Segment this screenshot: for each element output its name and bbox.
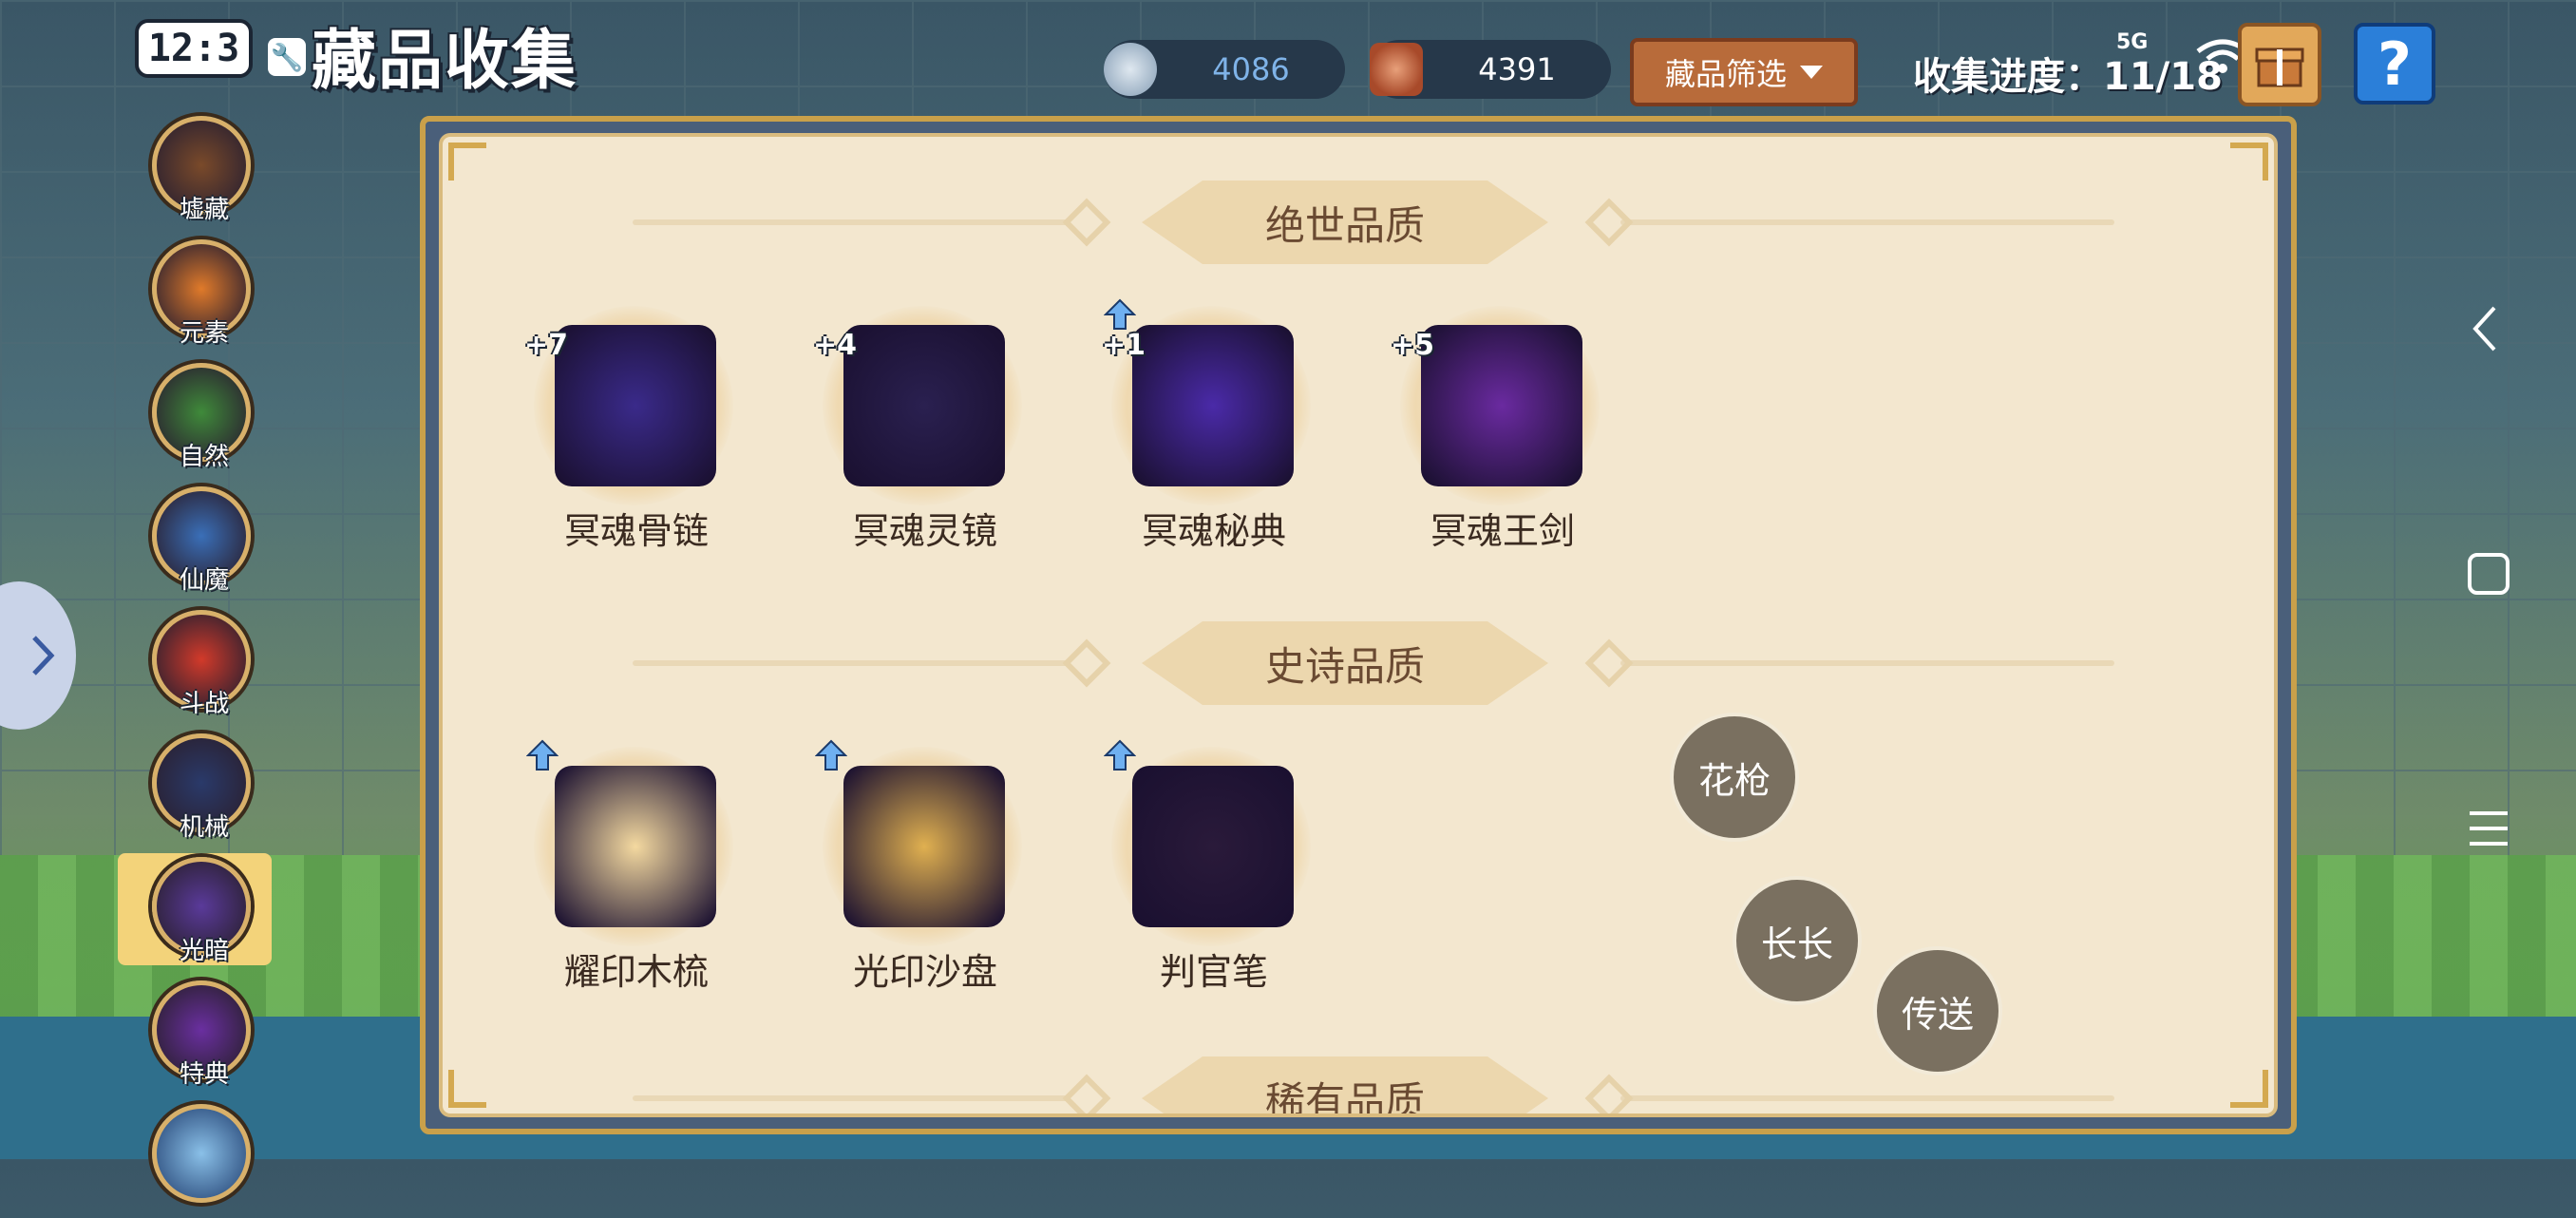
hourglass-icon [843,766,1005,927]
sidebar-item[interactable]: 特典 [152,980,256,1094]
section-diamond-ornament [1584,198,1634,247]
section-divider-line [1620,660,2114,666]
sidebar-item[interactable]: 斗战 [152,610,256,724]
collection-item[interactable]: 冥魂灵镜 +4 [811,306,1039,572]
collection-item[interactable]: 耀印木梳 [522,739,750,1013]
section-divider-line [633,219,1070,225]
sidebar-item-label: 特典 [179,1060,229,1089]
section-divider-line [633,1095,1070,1101]
sidebar-item[interactable]: 元素 [152,239,256,353]
floating-bubble[interactable]: 花枪 [1670,713,1799,842]
item-name: 耀印木梳 [563,951,709,993]
chevron-right-icon [32,636,55,676]
panel-corner-ornament [2230,143,2268,181]
item-name: 冥魂灵镜 [852,510,997,552]
collection-item[interactable]: 光印沙盘 [811,739,1039,1013]
item-name: 冥魂骨链 [563,510,709,552]
item-name: 冥魂秘典 [1141,510,1286,552]
wrench-icon[interactable]: 🔧 [268,38,306,76]
collection-progress: 收集进度：11/18 [1913,55,2223,99]
panel-corner-ornament [2230,1070,2268,1108]
gem-resource: 4391 [1370,40,1611,99]
banner-chevron-right [1487,1056,1548,1113]
menu-nav-icon[interactable] [2466,806,2511,855]
sidebar-item-label: 仙魔 [179,566,229,595]
section-diamond-ornament [1062,198,1111,247]
section-divider-line [1620,219,2114,225]
banner-chevron-left [1142,1056,1203,1113]
sidebar-item[interactable]: 机械 [152,733,256,847]
dark-brush-icon [1132,766,1294,927]
sidebar-item-label: 墟藏 [179,196,229,224]
home-nav-icon[interactable] [2466,551,2511,600]
collection-item[interactable]: 冥魂王剑 +5 [1389,306,1617,572]
help-button[interactable]: ? [2354,23,2435,105]
upgrade-arrow-icon [815,739,847,771]
sidebar-item-label: 机械 [179,813,229,842]
chevron-down-icon [1800,66,1823,79]
banner-chevron-right [1487,181,1548,264]
collection-item[interactable]: 冥魂秘典 +1 [1100,298,1328,572]
dark-tome-icon [1132,325,1294,486]
section-divider-line [1620,1095,2114,1101]
skull-chain-icon [555,325,716,486]
section-diamond-ornament [1584,1074,1634,1113]
potion-icon [152,1104,251,1203]
section-title: 稀有品质 [1203,1056,1487,1113]
section-diamond-ornament [1062,638,1111,688]
coin-value: 4086 [1212,51,1290,87]
section-title: 绝世品质 [1203,181,1487,264]
banner-chevron-right [1487,621,1548,705]
item-level-badge: +4 [813,329,858,362]
network-indicator: 5G [2116,30,2149,54]
banner-chevron-left [1142,181,1203,264]
page-title: 藏品收集 [312,24,578,99]
gift-box-icon [2255,48,2304,87]
collection-item[interactable]: 冥魂骨链 +7 [522,306,750,572]
item-name: 光印沙盘 [852,951,997,993]
upgrade-arrow-icon [526,739,559,771]
copper-gem-icon [1370,43,1423,96]
item-level-badge: +7 [524,329,569,362]
floating-bubble[interactable]: 长长 [1733,876,1862,1005]
sidebar-item-label: 光暗 [179,937,229,965]
reward-box-button[interactable] [2238,23,2321,106]
section-diamond-ornament [1062,1074,1111,1113]
sidebar-item[interactable]: 仙魔 [152,486,256,600]
gem-value: 4391 [1478,51,1556,87]
dark-mirror-icon [843,325,1005,486]
section-title: 史诗品质 [1203,621,1487,705]
panel-corner-ornament [448,143,486,181]
floating-bubble[interactable]: 传送 [1873,946,2002,1075]
panel-corner-ornament [448,1070,486,1108]
item-level-badge: +1 [1102,329,1146,362]
collection-item[interactable]: 判官笔 [1100,739,1328,1013]
coin-stack-icon [1104,43,1157,96]
sidebar-item[interactable]: 光暗 [152,857,256,971]
sidebar-item[interactable]: 墟藏 [152,116,256,230]
sidebar-item-partial[interactable] [152,1104,256,1218]
status-time: 12:3 [135,19,253,78]
dark-sword-icon [1421,325,1582,486]
item-level-badge: +5 [1391,329,1435,362]
winged-comb-icon [555,766,716,927]
upgrade-arrow-icon [1104,298,1136,330]
banner-chevron-left [1142,621,1203,705]
sidebar-item-label: 斗战 [179,690,229,718]
back-nav-icon[interactable] [2466,302,2504,359]
section-divider-line [633,660,1070,666]
item-name: 冥魂王剑 [1430,510,1575,552]
coin-resource: 4086 [1104,40,1345,99]
upgrade-arrow-icon [1104,739,1136,771]
sidebar-item-label: 自然 [179,443,229,471]
section-diamond-ornament [1584,638,1634,688]
item-name: 判官笔 [1159,951,1268,993]
sidebar-item[interactable]: 自然 [152,363,256,477]
collection-filter-button[interactable]: 藏品筛选 [1630,38,1858,106]
filter-label: 藏品筛选 [1664,56,1787,92]
sidebar-item-label: 元素 [179,319,229,348]
collection-panel[interactable]: 绝世品质冥魂骨链 +7 冥魂灵镜 +4 冥魂秘典 +1 冥魂王剑 +5 史诗品质耀印木梳 光印沙盘… [439,133,2278,1117]
